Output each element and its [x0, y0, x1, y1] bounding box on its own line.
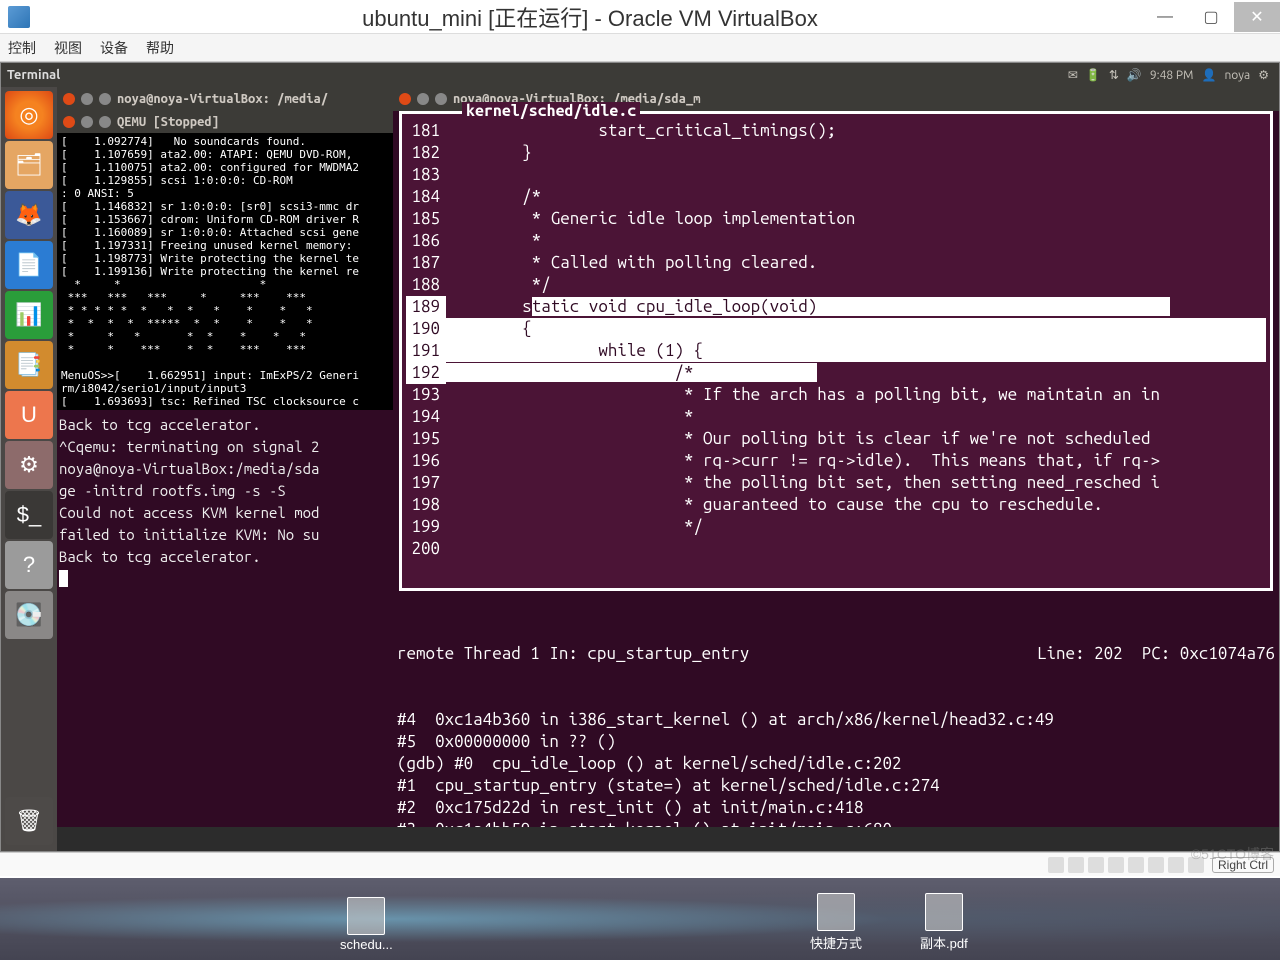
- watermark: ©51CTO博客: [1191, 844, 1274, 864]
- gnome-panel: Terminal ✉ 🔋 ⇅ 🔊 9:48 PM 👤 noya ⚙: [1, 63, 1279, 87]
- guest-display[interactable]: Terminal ✉ 🔋 ⇅ 🔊 9:48 PM 👤 noya ⚙ ◎ 🗂 🦊 …: [0, 62, 1280, 852]
- writer-icon[interactable]: 📄: [5, 241, 53, 289]
- file-icon: [817, 893, 855, 931]
- host-titlebar: ubuntu_mini [正在运行] - Oracle VM VirtualBo…: [0, 0, 1280, 34]
- calc-icon[interactable]: 📊: [5, 291, 53, 339]
- gdb-output: #4 0xc1a4b360 in i386_start_kernel () at…: [397, 709, 1275, 827]
- user-icon[interactable]: 👤: [1201, 68, 1216, 82]
- task-shortcut[interactable]: 快捷方式: [810, 893, 862, 952]
- file-icon: [347, 897, 385, 935]
- menu-help[interactable]: 帮助: [146, 38, 174, 58]
- hd-icon[interactable]: [1048, 857, 1064, 873]
- left-term-output: Back to tcg accelerator. ^Cqemu: termina…: [57, 410, 393, 594]
- virtualbox-icon: [8, 6, 30, 28]
- window-controls: — ▢ ✕: [1142, 2, 1280, 32]
- dash-icon[interactable]: ◎: [5, 91, 53, 139]
- max-dot-icon[interactable]: [435, 93, 447, 105]
- disk-icon[interactable]: 💽: [5, 591, 53, 639]
- firefox-icon[interactable]: 🦊: [5, 191, 53, 239]
- maximize-button[interactable]: ▢: [1188, 2, 1234, 32]
- qemu-output: [ 1.092774] No soundcards found. [ 1.107…: [57, 133, 393, 410]
- trash-icon[interactable]: 🗑: [5, 797, 53, 845]
- share-icon[interactable]: [1128, 857, 1144, 873]
- clock[interactable]: 9:48 PM: [1150, 69, 1194, 82]
- settings-icon[interactable]: ⚙: [5, 441, 53, 489]
- capture-icon[interactable]: [1168, 857, 1184, 873]
- right-terminal[interactable]: noya@noya-VirtualBox: /media/sda_m kerne…: [393, 87, 1279, 827]
- host-menubar[interactable]: 控制 视图 设备 帮助: [0, 34, 1280, 62]
- files-icon[interactable]: 🗂: [5, 141, 53, 189]
- left-term-titlebar[interactable]: noya@noya-VirtualBox: /media/: [57, 87, 393, 111]
- windows-taskbar[interactable]: schedu... 快捷方式 副本.pdf: [0, 878, 1280, 960]
- terminal-icon[interactable]: $_: [5, 491, 53, 539]
- net-icon[interactable]: [1088, 857, 1104, 873]
- source-lines: 181 start_critical_timings();182 }183184…: [402, 114, 1270, 560]
- max-dot-icon[interactable]: [99, 116, 111, 128]
- close-dot-icon[interactable]: [63, 93, 75, 105]
- usb-icon[interactable]: [1108, 857, 1124, 873]
- close-button[interactable]: ✕: [1234, 2, 1280, 32]
- min-dot-icon[interactable]: [81, 116, 93, 128]
- gear-icon[interactable]: ⚙: [1258, 68, 1269, 82]
- max-dot-icon[interactable]: [99, 93, 111, 105]
- source-file: kernel/sched/idle.c: [462, 102, 640, 120]
- min-dot-icon[interactable]: [81, 93, 93, 105]
- active-app: Terminal: [7, 68, 60, 82]
- task-pdf[interactable]: 副本.pdf: [920, 893, 968, 952]
- mail-icon[interactable]: ✉: [1068, 68, 1078, 82]
- user-name[interactable]: noya: [1224, 69, 1250, 82]
- qemu-titlebar[interactable]: QEMU [Stopped]: [57, 111, 393, 133]
- impress-icon[interactable]: 📑: [5, 341, 53, 389]
- sound-icon[interactable]: 🔊: [1127, 68, 1142, 82]
- gdb-status: remote Thread 1 In: cpu_startup_entry Li…: [397, 643, 1275, 665]
- help-icon[interactable]: ?: [5, 541, 53, 589]
- menu-view[interactable]: 视图: [54, 38, 82, 58]
- unity-launcher: ◎ 🗂 🦊 📄 📊 📑 U ⚙ $_ ? 💽 🗑: [1, 87, 57, 851]
- task-schedu[interactable]: schedu...: [340, 897, 393, 952]
- qemu-title: QEMU [Stopped]: [117, 115, 219, 129]
- left-term-title: noya@noya-VirtualBox: /media/: [117, 92, 328, 106]
- gdb-source-panel: kernel/sched/idle.c 181 start_critical_t…: [399, 111, 1273, 591]
- left-terminal[interactable]: noya@noya-VirtualBox: /media/ QEMU [Stop…: [57, 87, 393, 827]
- battery-icon[interactable]: 🔋: [1086, 68, 1101, 82]
- software-icon[interactable]: U: [5, 391, 53, 439]
- menu-control[interactable]: 控制: [8, 38, 36, 58]
- display-icon[interactable]: [1148, 857, 1164, 873]
- gdb-panel[interactable]: remote Thread 1 In: cpu_startup_entry Li…: [393, 597, 1279, 827]
- workspace: noya@noya-VirtualBox: /media/ QEMU [Stop…: [57, 87, 1279, 851]
- close-dot-icon[interactable]: [399, 93, 411, 105]
- window-title: ubuntu_mini [正在运行] - Oracle VM VirtualBo…: [38, 1, 1142, 33]
- minimize-button[interactable]: —: [1142, 2, 1188, 32]
- menu-devices[interactable]: 设备: [100, 38, 128, 58]
- close-dot-icon[interactable]: [63, 116, 75, 128]
- vbox-statusbar: Right Ctrl: [0, 852, 1280, 876]
- network-icon[interactable]: ⇅: [1109, 68, 1119, 82]
- min-dot-icon[interactable]: [417, 93, 429, 105]
- cd-icon[interactable]: [1068, 857, 1084, 873]
- file-icon: [925, 893, 963, 931]
